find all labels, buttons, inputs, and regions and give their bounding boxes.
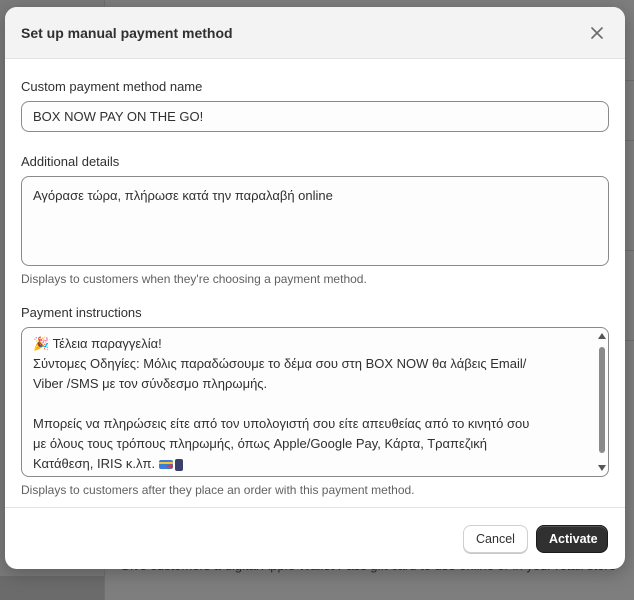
modal-title: Set up manual payment method (21, 24, 233, 41)
instructions-content: 🎉 Τέλεια παραγγελία! Σύντομες Οδηγίες: Μ… (21, 327, 609, 477)
modal-body: Custom payment method name BOX NOW PAY O… (5, 59, 625, 497)
payment-name-input[interactable]: BOX NOW PAY ON THE GO! (21, 101, 609, 132)
close-icon (591, 26, 603, 39)
instructions-line: 🎉 Τέλεια παραγγελία! (33, 336, 162, 351)
additional-details-textarea[interactable]: Αγόρασε τώρα, πλήρωσε κατά την παραλαβή … (21, 176, 609, 266)
instructions-line: με όλους τους τρόπους πληρωμής, όπως App… (33, 436, 487, 451)
payment-method-modal: Set up manual payment method Custom paym… (5, 7, 625, 569)
activate-button[interactable]: Activate (536, 524, 608, 553)
instructions-scrollbar[interactable] (597, 333, 607, 471)
instructions-field-label: Payment instructions (21, 305, 142, 320)
close-button[interactable] (585, 21, 609, 45)
instructions-line-text: Κατάθεση, IRIS κ.λπ. (33, 456, 156, 471)
instructions-line (33, 394, 584, 414)
scrollbar-thumb[interactable] (599, 347, 605, 453)
instructions-line: Μπορείς να πληρώσεις είτε από τον υπολογ… (33, 416, 530, 431)
cancel-button[interactable]: Cancel (463, 524, 528, 553)
modal-footer: Cancel Activate (5, 507, 625, 569)
mobile-phone-arrow-icon (166, 456, 184, 476)
payment-instructions-textarea[interactable]: 🎉 Τέλεια παραγγελία! Σύντομες Οδηγίες: Μ… (21, 327, 609, 477)
name-field-label: Custom payment method name (21, 79, 203, 94)
scroll-down-arrow-icon[interactable] (598, 465, 606, 471)
scroll-up-arrow-icon[interactable] (598, 333, 606, 339)
details-field-label: Additional details (21, 154, 120, 169)
instructions-line: Σύντομες Οδηγίες: Μόλις παραδώσουμε το δ… (33, 356, 527, 371)
modal-header: Set up manual payment method (5, 7, 625, 59)
instructions-line-last: Κατάθεση, IRIS κ.λπ. (33, 454, 584, 476)
instructions-help-text: Displays to customers after they place a… (21, 483, 415, 497)
instructions-line: Viber /SMS με τον σύνδεσμο πληρωμής. (33, 376, 268, 391)
details-help-text: Displays to customers when they're choos… (21, 272, 367, 286)
